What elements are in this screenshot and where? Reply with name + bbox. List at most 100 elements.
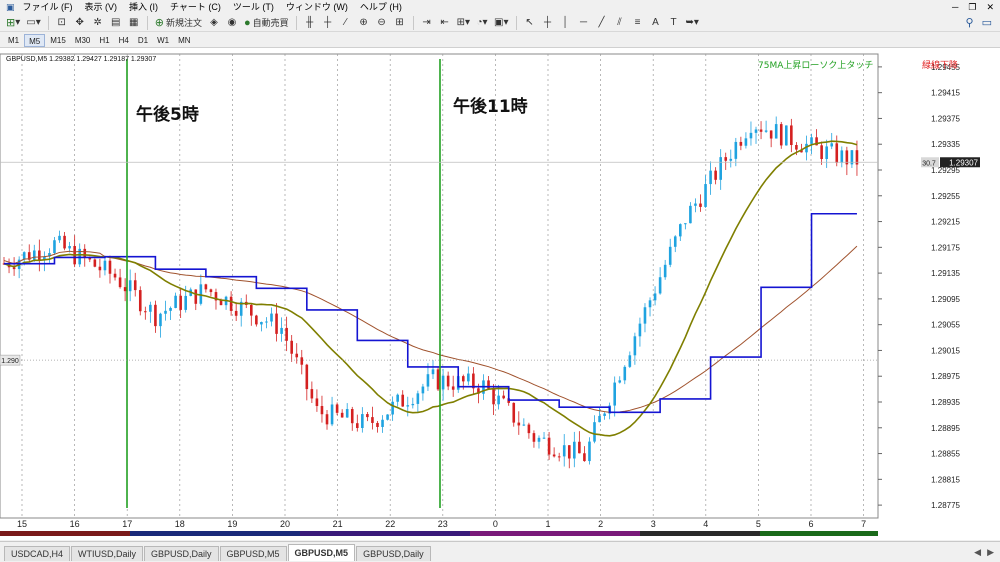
tab-next-icon[interactable]: ▶: [987, 547, 994, 558]
candle-body: [825, 146, 828, 160]
vertical-line-icon[interactable]: │: [558, 15, 574, 31]
candle-body: [537, 437, 541, 442]
metaeditor-icon[interactable]: ◈: [206, 15, 222, 31]
candle-chart-icon[interactable]: ┼: [320, 15, 336, 31]
tf-m15[interactable]: M15: [46, 34, 70, 47]
trendline-icon[interactable]: ╱: [594, 15, 610, 31]
candle-body: [810, 137, 813, 144]
horizontal-line-icon[interactable]: ─: [576, 15, 592, 31]
annotations-layer: 1.29307 30.7 1.290 GBPUSD,M5 1.29382 1.2942…: [0, 56, 980, 508]
tile-windows-icon[interactable]: ⊞: [392, 15, 408, 31]
candle-body: [749, 132, 753, 139]
y-tick-label: 1.29215: [931, 218, 960, 227]
tf-h1[interactable]: H1: [95, 34, 113, 47]
tab-wtiusd-daily[interactable]: WTIUSD,Daily: [71, 546, 144, 561]
menu-view[interactable]: 表示 (V): [79, 0, 124, 14]
menu-window[interactable]: ウィンドウ (W): [280, 0, 354, 14]
candle-body: [411, 403, 415, 406]
candle-body: [694, 203, 697, 206]
tf-w1[interactable]: W1: [153, 34, 173, 47]
navigator-icon[interactable]: ✲: [90, 15, 106, 31]
chart-window[interactable]: 15 16 17 18 19 20 21 22 23 0 1 2 3 4 5 6 7 1.29455 1.29415…: [0, 48, 1000, 540]
restore-icon[interactable]: ❐: [968, 2, 976, 13]
candle-body: [118, 277, 122, 288]
candle-body: [93, 259, 97, 267]
label-icon[interactable]: T: [666, 15, 682, 31]
y-tick-label: 1.28935: [931, 398, 960, 407]
tf-mn[interactable]: MN: [174, 34, 194, 47]
candle-body: [835, 143, 839, 163]
profiles-icon[interactable]: ▭▾: [24, 15, 42, 31]
candles-layer: [2, 116, 859, 469]
search-icon[interactable]: ⚲: [966, 16, 974, 29]
auto-scroll-icon[interactable]: ⇥: [419, 15, 435, 31]
candle-body: [517, 422, 521, 426]
periods-icon[interactable]: ◔▾: [474, 15, 490, 31]
tf-h4[interactable]: H4: [115, 34, 133, 47]
candle-body: [744, 138, 748, 146]
app-icon[interactable]: ▣: [4, 0, 17, 14]
chat-icon[interactable]: ▭: [982, 16, 992, 29]
data-window-icon[interactable]: ✥: [72, 15, 88, 31]
strategy-tester-icon[interactable]: ▦: [126, 15, 142, 31]
text-icon[interactable]: A: [648, 15, 664, 31]
tab-prev-icon[interactable]: ◀: [974, 547, 981, 558]
tf-m5[interactable]: M5: [24, 33, 46, 47]
new-order-button[interactable]: ⊕ 新規注文: [153, 15, 204, 31]
hour-tick-label: 18: [175, 519, 185, 529]
price-chart[interactable]: 15 16 17 18 19 20 21 22 23 0 1 2 3 4 5 6 71.294551.29415…: [0, 48, 1000, 540]
new-chart-icon[interactable]: ⊞ ▾: [4, 15, 22, 31]
menu-tools[interactable]: ツール (T): [227, 0, 280, 14]
tab-gbpusd-daily-b[interactable]: GBPUSD,Daily: [356, 546, 431, 561]
terminal-icon[interactable]: ▤: [108, 15, 124, 31]
candle-body: [229, 296, 233, 311]
candle-body: [461, 376, 465, 382]
candle-body: [774, 124, 778, 139]
menu-insert[interactable]: 挿入 (I): [123, 0, 164, 14]
market-watch-icon[interactable]: ⊡: [54, 15, 70, 31]
auto-trade-button[interactable]: ● 自動売買: [242, 15, 291, 31]
hour-tick-label: 23: [438, 519, 448, 529]
candle-body: [204, 284, 208, 290]
candle-body: [280, 327, 283, 334]
minimize-icon[interactable]: ─: [952, 2, 958, 13]
templates-icon[interactable]: ▣▾: [492, 15, 510, 31]
arrows-icon[interactable]: ➥▾: [684, 15, 701, 31]
channel-icon[interactable]: ⫽: [612, 15, 628, 31]
tf-m30[interactable]: M30: [71, 34, 95, 47]
hour-tick-label: 16: [70, 519, 80, 529]
candle-body: [330, 404, 334, 425]
menu-chart[interactable]: チャート (C): [164, 0, 227, 14]
close-icon[interactable]: ✕: [986, 2, 994, 13]
candle-body: [451, 386, 455, 390]
hour-tick-label: 15: [17, 519, 27, 529]
menu-help[interactable]: ヘルプ (H): [354, 0, 408, 14]
tab-gbpusd-m5-a[interactable]: GBPUSD,M5: [219, 546, 287, 561]
crosshair-icon[interactable]: ┼: [540, 15, 556, 31]
zoom-out-icon[interactable]: ⊖: [374, 15, 390, 31]
zoom-in-icon[interactable]: ⊕: [356, 15, 372, 31]
candle-body: [310, 389, 314, 399]
chart-shift-icon[interactable]: ⇤: [437, 15, 453, 31]
tf-m1[interactable]: M1: [4, 34, 23, 47]
candle-body: [714, 170, 717, 180]
menu-file[interactable]: ファイル (F): [17, 0, 79, 14]
tab-usdcad-h4[interactable]: USDCAD,H4: [4, 546, 71, 561]
signals-icon[interactable]: ◉: [224, 15, 240, 31]
tab-gbpusd-m5-b[interactable]: GBPUSD,M5: [287, 544, 356, 561]
candle-body: [754, 129, 758, 133]
axes-layer: 15 16 17 18 19 20 21 22 23 0 1 2 3 4 5 6 71.294551.29415…: [0, 54, 961, 536]
candle-body: [663, 264, 667, 278]
candle-body: [300, 357, 304, 365]
candle-body: [467, 373, 470, 382]
candle-body: [704, 184, 707, 207]
candle-body: [567, 445, 571, 459]
tf-d1[interactable]: D1: [134, 34, 152, 47]
line-chart-icon[interactable]: ∕: [338, 15, 354, 31]
indicators-icon[interactable]: ⊞▾: [455, 15, 472, 31]
candle-body: [562, 445, 566, 457]
fibonacci-icon[interactable]: ≡: [630, 15, 646, 31]
bar-chart-icon[interactable]: ╫: [302, 15, 318, 31]
cursor-icon[interactable]: ↖: [522, 15, 538, 31]
tab-gbpusd-daily[interactable]: GBPUSD,Daily: [144, 546, 219, 561]
